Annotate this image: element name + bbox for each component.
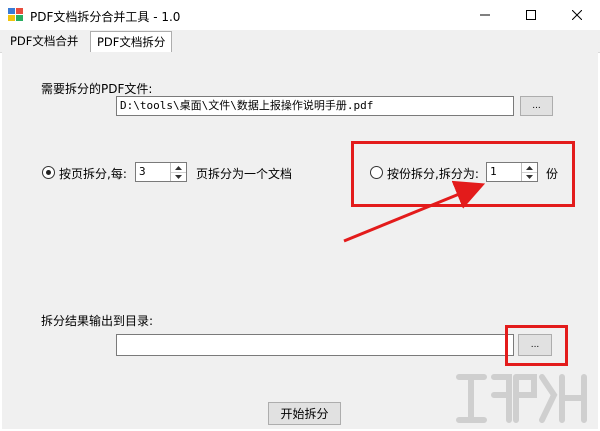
output-dir-input[interactable] (116, 334, 514, 356)
close-button[interactable] (554, 0, 600, 30)
title-bar: PDF文档拆分合并工具 - 1.0 (0, 0, 600, 30)
stepper-down-arrow-icon[interactable] (171, 172, 186, 181)
pdf-file-path-input[interactable]: D:\tools\桌面\文件\数据上报操作说明手册.pdf (116, 96, 514, 116)
pdf-file-browse-button[interactable]: ... (520, 96, 553, 116)
maximize-icon (526, 10, 536, 20)
output-dir-label: 拆分结果输出到目录: (41, 314, 154, 328)
tab-pdf-merge[interactable]: PDF文档合并 (4, 32, 84, 51)
maximize-button[interactable] (508, 0, 554, 30)
minimize-button[interactable] (462, 0, 508, 30)
app-icon (8, 8, 23, 21)
pages-per-doc-stepper[interactable]: 3 (135, 162, 187, 182)
close-icon (572, 10, 582, 20)
pdf-file-label: 需要拆分的PDF文件: (41, 82, 153, 96)
split-by-page-label: 按页拆分,每: (59, 167, 127, 181)
highlight-box-split-by-count (351, 141, 575, 207)
minimize-icon (480, 14, 490, 16)
pages-per-doc-value: 3 (139, 165, 146, 178)
tab-strip: PDF文档合并 PDF文档拆分 (0, 30, 600, 53)
start-split-button[interactable]: 开始拆分 (268, 402, 341, 425)
tab-pdf-split[interactable]: PDF文档拆分 (90, 31, 173, 53)
highlight-box-output-browse (505, 325, 568, 366)
watermark-logo (456, 374, 587, 423)
window-title: PDF文档拆分合并工具 - 1.0 (30, 10, 181, 24)
split-by-page-radio[interactable] (42, 166, 55, 179)
split-by-page-suffix: 页拆分为一个文档 (196, 167, 293, 181)
stepper-arrows (170, 163, 186, 181)
